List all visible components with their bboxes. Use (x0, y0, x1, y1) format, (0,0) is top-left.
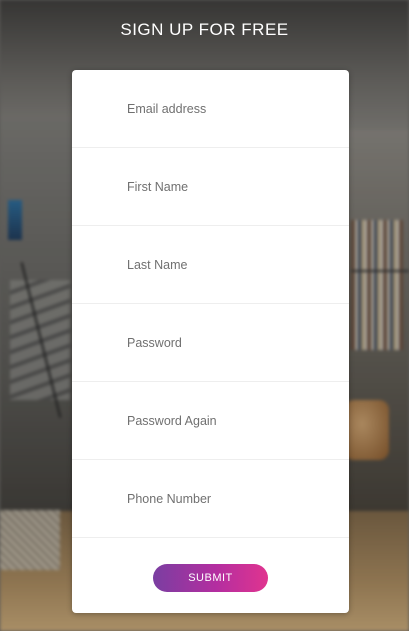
first-name-field[interactable] (127, 148, 327, 225)
password-field-row (72, 304, 349, 382)
password-again-field[interactable] (127, 382, 327, 459)
email-field[interactable] (127, 70, 327, 147)
signup-form-card: SUBMIT (72, 70, 349, 613)
password-field[interactable] (127, 304, 327, 381)
password-again-field-row (72, 382, 349, 460)
last-name-field-row (72, 226, 349, 304)
page-title: SIGN UP FOR FREE (120, 20, 289, 39)
first-name-field-row (72, 148, 349, 226)
submit-button[interactable]: SUBMIT (153, 564, 268, 592)
phone-number-field[interactable] (127, 460, 327, 537)
phone-number-field-row (72, 460, 349, 538)
email-field-row (72, 70, 349, 148)
last-name-field[interactable] (127, 226, 327, 303)
